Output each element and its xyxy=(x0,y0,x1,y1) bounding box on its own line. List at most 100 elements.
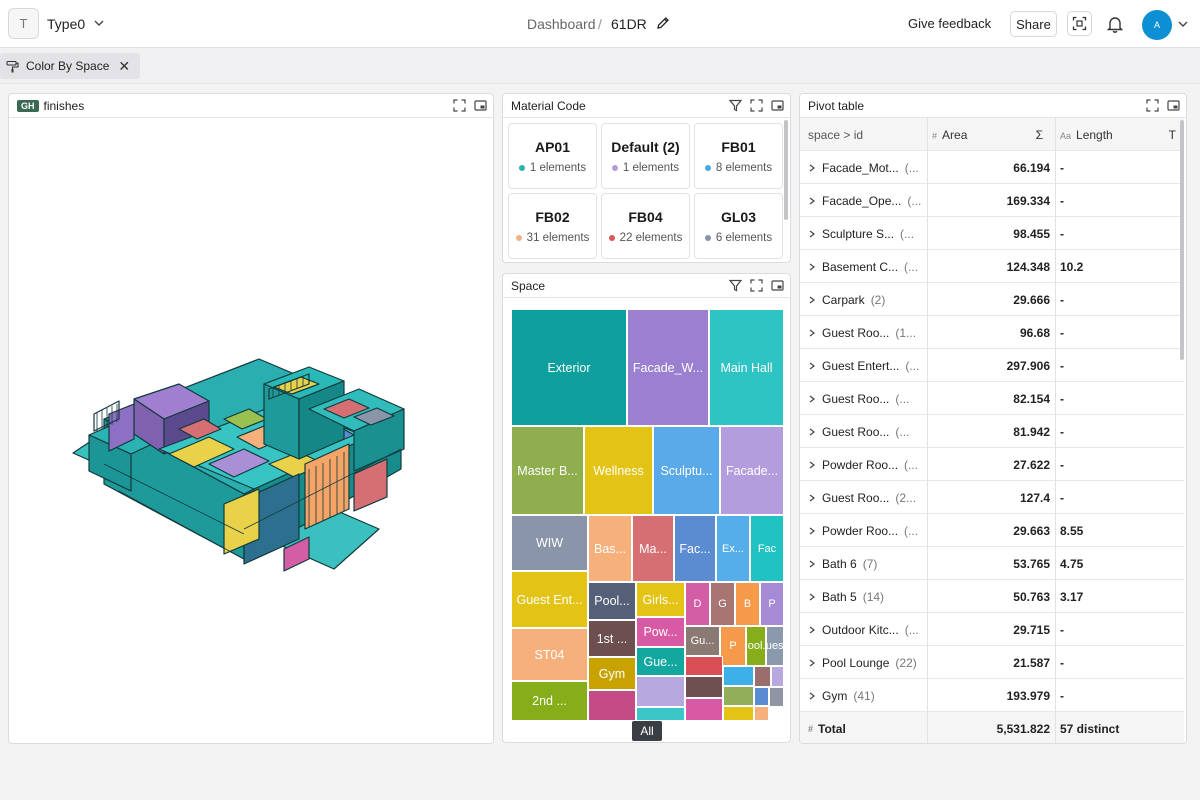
color-by-filter-chip[interactable]: Color By Space ✕ xyxy=(0,53,141,79)
user-avatar[interactable]: A xyxy=(1142,10,1172,40)
chevron-down-icon[interactable] xyxy=(93,17,105,29)
building-3d-model[interactable] xyxy=(9,119,494,744)
treemap-cell[interactable]: B xyxy=(735,582,760,626)
open-window-icon[interactable] xyxy=(771,279,784,292)
pivot-row[interactable]: Sculpture S... (... 98.455- xyxy=(800,217,1184,250)
material-card[interactable]: FB01 8 elements xyxy=(694,123,783,189)
remove-filter-icon[interactable]: ✕ xyxy=(118,58,130,75)
pivot-row[interactable]: Facade_Mot... (... 66.194- xyxy=(800,151,1184,184)
expand-icon[interactable] xyxy=(1146,99,1159,112)
row-group-cell[interactable]: Guest Entert... (... xyxy=(800,349,928,382)
expand-icon[interactable] xyxy=(453,99,466,112)
treemap-cell[interactable] xyxy=(685,676,723,698)
treemap-cell[interactable]: Ma... xyxy=(632,515,674,582)
chevron-right-icon[interactable] xyxy=(808,263,816,271)
scrollbar[interactable] xyxy=(784,120,788,220)
bell-icon[interactable] xyxy=(1105,14,1125,34)
pivot-row[interactable]: Carpark (2) 29.666- xyxy=(800,283,1184,316)
chevron-down-icon[interactable] xyxy=(1177,18,1189,30)
row-group-cell[interactable]: Facade_Mot... (... xyxy=(800,151,928,184)
material-card[interactable]: GL03 6 elements xyxy=(694,193,783,259)
pivot-row[interactable]: Guest Roo... (1... 96.68- xyxy=(800,316,1184,349)
material-card[interactable]: AP01 1 elements xyxy=(508,123,597,189)
treemap-cell[interactable]: Gym xyxy=(588,657,636,690)
treemap-cell[interactable]: Gue... xyxy=(636,647,685,676)
treemap-cell[interactable]: Pow... xyxy=(636,617,685,647)
treemap-cell[interactable]: P xyxy=(720,626,746,666)
filter-icon[interactable] xyxy=(729,279,742,292)
treemap-cell[interactable] xyxy=(771,666,784,687)
pivot-row[interactable]: Facade_Ope... (... 169.334- xyxy=(800,184,1184,217)
area-column-header[interactable]: # Area Σ xyxy=(928,118,1056,151)
treemap-cell[interactable] xyxy=(636,676,685,707)
row-group-cell[interactable]: Basement C... (... xyxy=(800,250,928,283)
expand-icon[interactable] xyxy=(750,99,763,112)
treemap-cell[interactable] xyxy=(723,706,754,721)
treemap-cell[interactable] xyxy=(723,666,754,686)
row-group-cell[interactable]: Powder Roo... (... xyxy=(800,448,928,481)
chevron-right-icon[interactable] xyxy=(808,527,816,535)
pivot-row[interactable]: Powder Roo... (... 27.622- xyxy=(800,448,1184,481)
material-card[interactable]: Default (2) 1 elements xyxy=(601,123,690,189)
treemap-cell[interactable]: Facade_W... xyxy=(627,309,709,426)
pivot-row[interactable]: Guest Entert... (... 297.906- xyxy=(800,349,1184,382)
pivot-row[interactable]: Basement C... (... 124.348 10.2 xyxy=(800,250,1184,283)
treemap-cell[interactable]: G xyxy=(710,582,735,626)
open-window-icon[interactable] xyxy=(1167,99,1180,112)
row-group-cell[interactable]: Pool Lounge (22) xyxy=(800,646,928,679)
chevron-right-icon[interactable] xyxy=(808,296,816,304)
treemap-cell[interactable] xyxy=(588,690,636,721)
row-group-cell[interactable]: Bath 6 (7) xyxy=(800,547,928,580)
pencil-icon[interactable] xyxy=(655,15,671,31)
pivot-row[interactable]: Guest Roo... (2... 127.4- xyxy=(800,481,1184,514)
row-group-cell[interactable]: Bath 5 (14) xyxy=(800,580,928,613)
chevron-right-icon[interactable] xyxy=(808,197,816,205)
screenshot-button[interactable] xyxy=(1067,11,1092,36)
row-group-cell[interactable]: Guest Roo... (... xyxy=(800,382,928,415)
row-group-cell[interactable]: Guest Roo... (... xyxy=(800,415,928,448)
chevron-right-icon[interactable] xyxy=(808,362,816,370)
treemap-cell[interactable]: 2nd ... xyxy=(511,681,588,721)
open-window-icon[interactable] xyxy=(474,99,487,112)
treemap-cell[interactable] xyxy=(754,666,771,687)
chevron-right-icon[interactable] xyxy=(808,494,816,502)
aggregate-type-icon[interactable]: T xyxy=(1169,128,1176,142)
treemap-cell[interactable] xyxy=(754,687,769,706)
treemap-cell[interactable]: WIW xyxy=(511,515,588,571)
row-group-cell[interactable]: Guest Roo... (2... xyxy=(800,481,928,514)
pivot-row[interactable]: Guest Roo... (... 81.942- xyxy=(800,415,1184,448)
pivot-row[interactable]: Powder Roo... (... 29.663 8.55 xyxy=(800,514,1184,547)
chevron-right-icon[interactable] xyxy=(808,230,816,238)
length-column-header[interactable]: Aa Length T xyxy=(1056,118,1184,151)
pivot-row[interactable]: Outdoor Kitc... (... 29.715- xyxy=(800,613,1184,646)
workspace-avatar[interactable]: T xyxy=(8,8,39,39)
scrollbar[interactable] xyxy=(1180,120,1184,360)
give-feedback-button[interactable]: Give feedback xyxy=(900,11,999,37)
pivot-row[interactable]: Bath 5 (14) 50.763 3.17 xyxy=(800,580,1184,613)
chevron-right-icon[interactable] xyxy=(808,560,816,568)
treemap-cell[interactable] xyxy=(769,687,784,707)
treemap-cell[interactable]: Facade... xyxy=(720,426,784,515)
chevron-right-icon[interactable] xyxy=(808,626,816,634)
chevron-right-icon[interactable] xyxy=(808,164,816,172)
material-card[interactable]: FB02 31 elements xyxy=(508,193,597,259)
chevron-right-icon[interactable] xyxy=(808,395,816,403)
sum-icon[interactable]: Σ xyxy=(1036,128,1043,142)
treemap-cell[interactable]: Master B... xyxy=(511,426,584,515)
treemap-cell[interactable]: Bas... xyxy=(588,515,632,582)
treemap-cell[interactable] xyxy=(723,686,754,706)
row-group-cell[interactable]: Gym (41) xyxy=(800,679,928,712)
treemap-cell[interactable]: Exterior xyxy=(511,309,627,426)
row-group-cell[interactable]: Guest Roo... (1... xyxy=(800,316,928,349)
treemap-cell[interactable]: 1st ... xyxy=(588,620,636,657)
chevron-right-icon[interactable] xyxy=(808,461,816,469)
chevron-right-icon[interactable] xyxy=(808,428,816,436)
row-group-cell[interactable]: Sculpture S... (... xyxy=(800,217,928,250)
row-group-cell[interactable]: Outdoor Kitc... (... xyxy=(800,613,928,646)
treemap-cell[interactable]: P xyxy=(760,582,784,626)
treemap-cell[interactable]: Wellness xyxy=(584,426,653,515)
pivot-row[interactable]: Guest Roo... (... 82.154- xyxy=(800,382,1184,415)
treemap-cell[interactable]: Girls... xyxy=(636,582,685,617)
treemap-cell[interactable]: D xyxy=(685,582,710,626)
treemap-cell[interactable]: Fac xyxy=(750,515,784,582)
